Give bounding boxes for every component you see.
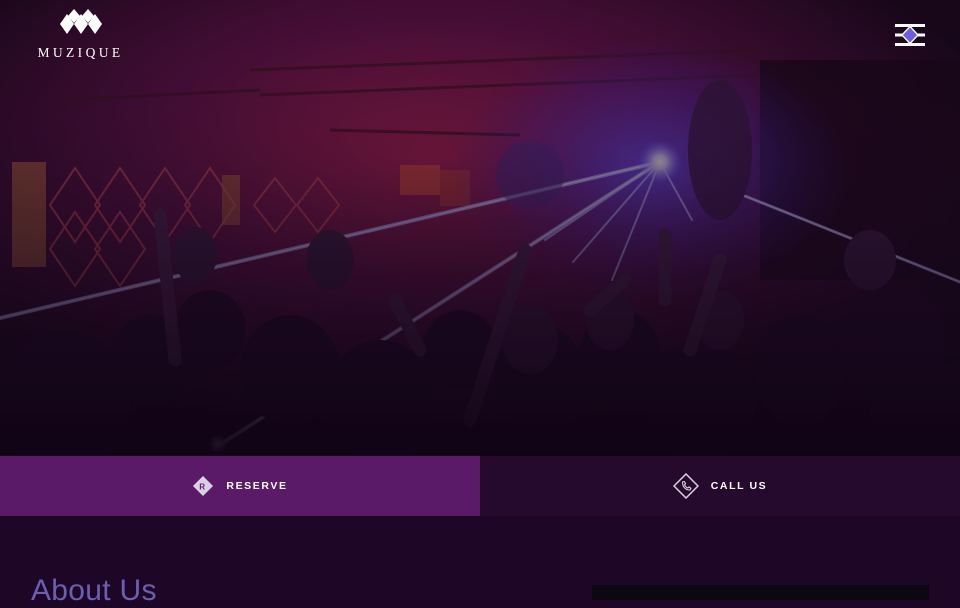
about-heading: About Us (31, 574, 157, 607)
reserve-icon-letter: R (200, 483, 207, 492)
logo-diamonds-icon (59, 9, 102, 34)
call-us-button[interactable]: CALL US (480, 456, 960, 516)
action-bar: R RESERVE CALL US (0, 456, 960, 516)
reserve-label: RESERVE (226, 480, 288, 492)
call-us-label: CALL US (710, 480, 768, 492)
about-image (592, 585, 929, 600)
brand-name: MUZIQUE (37, 45, 124, 60)
phone-diamond-icon (672, 473, 699, 499)
menu-button[interactable] (893, 22, 927, 48)
reserve-button[interactable]: R RESERVE (0, 456, 480, 516)
reserve-diamond-icon: R (192, 475, 214, 497)
hero-background-image (0, 0, 960, 456)
hero: MUZIQUE (0, 0, 960, 456)
hamburger-diamond-icon (895, 24, 925, 46)
logo[interactable]: MUZIQUE (30, 9, 131, 61)
